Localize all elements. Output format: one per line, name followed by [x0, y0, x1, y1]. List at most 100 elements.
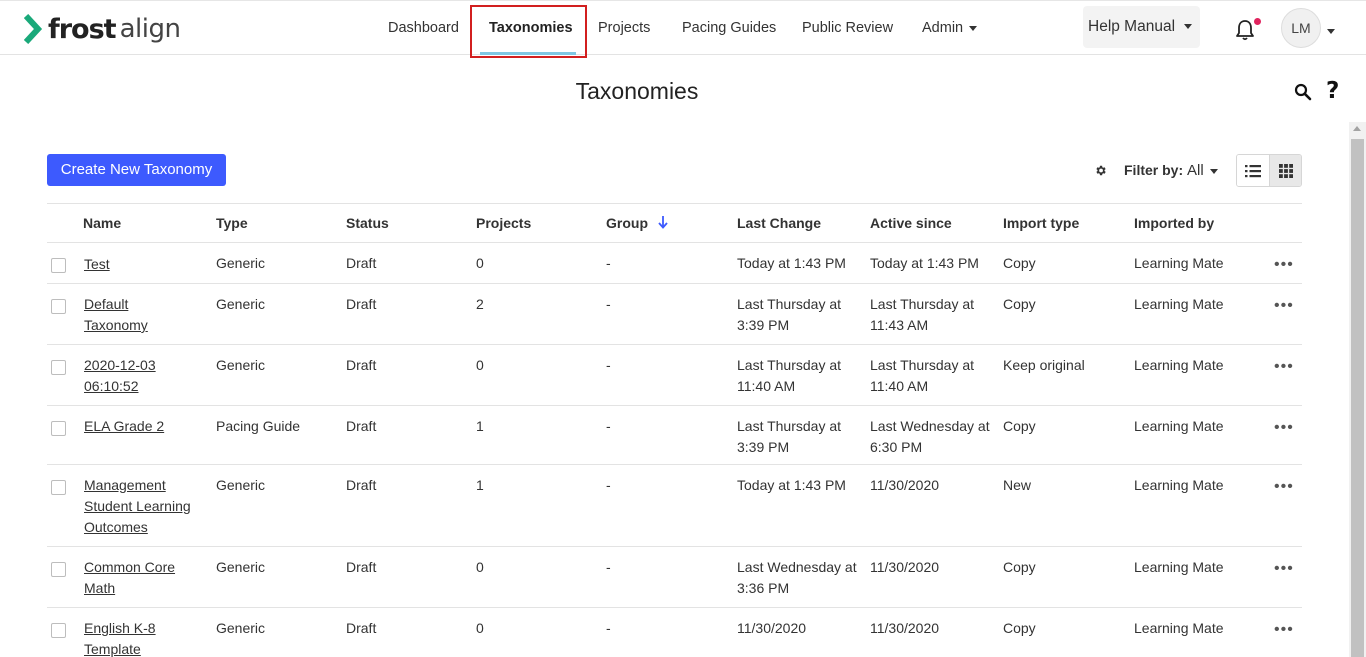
row-checkbox[interactable]	[51, 299, 66, 314]
cell-import-type: Copy	[1003, 559, 1036, 575]
scroll-up-arrow-icon[interactable]	[1353, 126, 1361, 131]
cell-projects: 0	[476, 559, 484, 575]
brand-logo[interactable]: frost align	[24, 13, 181, 45]
chevron-down-icon	[969, 25, 978, 31]
column-header-imported-by[interactable]: Imported by	[1134, 215, 1214, 231]
grid-view-button[interactable]	[1269, 155, 1301, 186]
taxonomy-name-link[interactable]: 2020-12-03 06:10:52	[84, 355, 184, 397]
row-actions-icon[interactable]: •••	[1274, 297, 1294, 315]
cell-last-change: Last Thursday at 3:39 PM	[737, 418, 842, 455]
bell-icon[interactable]	[1235, 19, 1255, 41]
column-header-projects[interactable]: Projects	[476, 215, 531, 231]
cell-active-since: 11/30/2020	[870, 559, 940, 575]
chevron-down-icon	[1184, 24, 1193, 30]
cell-imported-by: Learning Mate	[1134, 418, 1224, 434]
taxonomy-name-link[interactable]: ELA Grade 2	[84, 416, 194, 437]
user-avatar[interactable]: LM	[1281, 8, 1321, 48]
cell-group: -	[606, 477, 611, 493]
cell-group: -	[606, 357, 611, 373]
nav-admin[interactable]: Admin	[922, 1, 978, 56]
table-row[interactable]: Default Taxonomy Generic Draft 2 - Last …	[47, 284, 1302, 345]
taxonomy-name-link[interactable]: Common Core Math	[84, 557, 194, 599]
cell-type: Generic	[216, 296, 266, 312]
gear-icon[interactable]	[1094, 164, 1107, 177]
nav-admin-label: Admin	[922, 20, 964, 36]
row-actions-icon[interactable]: •••	[1274, 478, 1294, 496]
cell-last-change: Today at 1:43 PM	[737, 477, 846, 493]
taxonomy-name-link[interactable]: English K-8 Template	[84, 618, 174, 657]
cell-status: Draft	[346, 296, 377, 312]
row-actions-icon[interactable]: •••	[1274, 256, 1294, 274]
cell-imported-by: Learning Mate	[1134, 559, 1224, 575]
help-manual-label: Help Manual	[1088, 18, 1176, 35]
brand-name-light: align	[119, 14, 181, 44]
column-header-type[interactable]: Type	[216, 215, 248, 231]
nav-projects[interactable]: Projects	[598, 1, 650, 56]
create-taxonomy-button[interactable]: Create New Taxonomy	[47, 154, 226, 186]
table-row[interactable]: 2020-12-03 06:10:52 Generic Draft 0 - La…	[47, 345, 1302, 406]
row-checkbox[interactable]	[51, 421, 66, 436]
column-header-name[interactable]: Name	[83, 215, 121, 231]
cell-type: Generic	[216, 357, 266, 373]
cell-status: Draft	[346, 418, 377, 434]
row-actions-icon[interactable]: •••	[1274, 358, 1294, 376]
cell-import-type: Copy	[1003, 620, 1036, 636]
search-icon[interactable]	[1294, 83, 1312, 101]
cell-imported-by: Learning Mate	[1134, 296, 1224, 312]
table-row[interactable]: Common Core Math Generic Draft 0 - Last …	[47, 547, 1302, 608]
cell-last-change: 11/30/2020	[737, 620, 807, 636]
row-checkbox[interactable]	[51, 480, 66, 495]
nav-taxonomies[interactable]: Taxonomies	[489, 1, 573, 56]
cell-group: -	[606, 255, 611, 271]
table-row[interactable]: Test Generic Draft 0 - Today at 1:43 PM …	[47, 243, 1302, 284]
taxonomy-name-link[interactable]: Default Taxonomy	[84, 294, 194, 336]
vertical-scrollbar[interactable]	[1349, 122, 1366, 657]
cell-active-since: 11/30/2020	[870, 477, 940, 493]
help-manual-dropdown[interactable]: Help Manual	[1083, 6, 1200, 48]
cell-projects: 1	[476, 418, 484, 434]
column-header-status[interactable]: Status	[346, 215, 389, 231]
cell-import-type: New	[1003, 477, 1032, 493]
cell-active-since: Last Thursday at 11:43 AM	[870, 296, 975, 333]
cell-status: Draft	[346, 620, 377, 636]
row-actions-icon[interactable]: •••	[1274, 621, 1294, 639]
cell-active-since: 11/30/2020	[870, 620, 940, 636]
cell-type: Generic	[216, 620, 266, 636]
cell-type: Generic	[216, 477, 266, 493]
row-checkbox[interactable]	[51, 623, 66, 638]
table-row[interactable]: ELA Grade 2 Pacing Guide Draft 1 - Last …	[47, 406, 1302, 465]
row-checkbox[interactable]	[51, 258, 66, 273]
table-row[interactable]: English K-8 Template Generic Draft 0 - 1…	[47, 608, 1302, 657]
list-view-button[interactable]	[1237, 155, 1269, 186]
cell-type: Generic	[216, 255, 266, 271]
taxonomy-name-link[interactable]: Management Student Learning Outcomes	[84, 475, 199, 538]
nav-pacing-guides[interactable]: Pacing Guides	[682, 1, 776, 56]
nav-dashboard[interactable]: Dashboard	[388, 1, 459, 56]
cell-group: -	[606, 418, 611, 434]
question-icon[interactable]: ?	[1326, 78, 1339, 104]
taxonomy-name-link[interactable]: Test	[84, 254, 194, 275]
row-checkbox[interactable]	[51, 360, 66, 375]
row-actions-icon[interactable]: •••	[1274, 419, 1294, 437]
cell-active-since: Last Wednesday at 6:30 PM	[870, 418, 990, 455]
cell-imported-by: Learning Mate	[1134, 477, 1224, 493]
row-actions-icon[interactable]: •••	[1274, 560, 1294, 578]
column-header-group[interactable]: Group	[606, 215, 668, 231]
scrollbar-thumb[interactable]	[1351, 139, 1364, 657]
cell-last-change: Today at 1:43 PM	[737, 255, 846, 271]
filter-label: Filter by:	[1124, 162, 1184, 178]
cell-import-type: Keep original	[1003, 357, 1085, 373]
filter-select[interactable]: All	[1187, 162, 1204, 179]
column-header-last-change[interactable]: Last Change	[737, 215, 821, 231]
cell-group: -	[606, 296, 611, 312]
column-header-import-type[interactable]: Import type	[1003, 215, 1079, 231]
brand-name-bold: frost	[48, 13, 117, 45]
cell-status: Draft	[346, 357, 377, 373]
table-row[interactable]: Management Student Learning Outcomes Gen…	[47, 465, 1302, 547]
row-checkbox[interactable]	[51, 562, 66, 577]
nav-public-review[interactable]: Public Review	[802, 1, 893, 56]
chevron-down-icon[interactable]	[1210, 169, 1218, 174]
chevron-down-icon[interactable]	[1327, 29, 1335, 34]
column-header-active-since[interactable]: Active since	[870, 215, 952, 231]
cell-active-since: Last Thursday at 11:40 AM	[870, 357, 975, 394]
